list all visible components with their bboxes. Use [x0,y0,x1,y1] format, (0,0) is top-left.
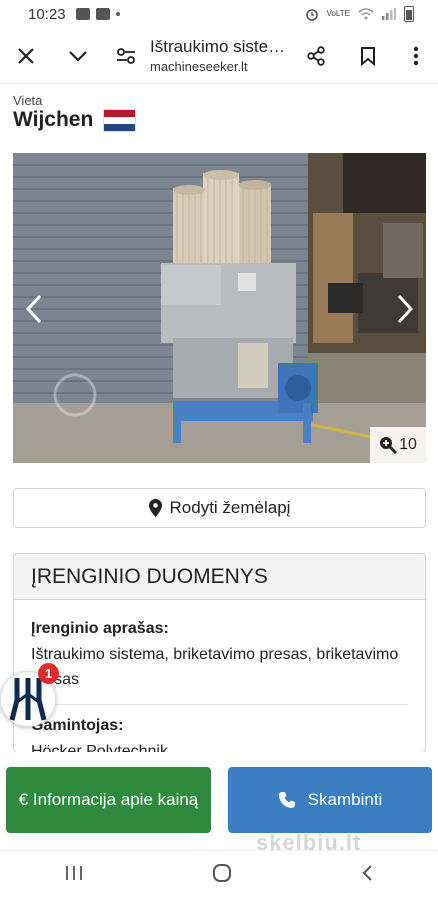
bookmark-button[interactable] [342,28,394,84]
photo-count: 10 [399,436,417,453]
page-settings-icon [117,47,135,64]
volte-label: VoLTE [326,9,350,18]
notification-icons [75,8,120,20]
description-value: Ištraukimo sistema, briketavimo presas, … [31,646,399,688]
bookmark-icon [361,46,375,66]
city-name: Wijchen [13,108,94,131]
status-bar: 10:23 VoLTE [0,0,438,28]
brand-logo-icon [9,678,47,721]
manufacturer-value: Höcker Polytechnik [31,743,168,753]
description-label: Įrenginio aprašas: [31,620,169,637]
machine-photo[interactable]: 10 [13,153,426,463]
phone-icon [278,792,295,808]
system-navigation-bar [0,850,438,900]
call-label: Skambinti [307,790,383,809]
action-bar: € Informacija apie kainą Skambinti skelb… [0,752,438,855]
status-time: 10:23 [28,5,66,23]
share-icon [307,45,325,66]
signal-icon [382,8,396,20]
browser-toolbar: Ištraukimo siste… machineseeker.lt [0,28,438,84]
notification-badge: 1 [38,663,59,684]
location-label: Vieta [13,93,43,108]
machine-photo-image [13,153,426,463]
photo-count-button[interactable]: 10 [370,427,426,463]
show-map-label: Rodyti žemėlapį [169,498,291,517]
wifi-icon [358,8,374,20]
home-button[interactable] [212,863,232,888]
manufacturer-label: Gamintojas: [31,717,124,734]
previous-photo-button[interactable] [19,289,49,329]
chevron-left-icon [26,294,42,324]
recent-apps-button[interactable] [65,865,83,886]
equipment-details-card: ĮRENGINIO DUOMENYS Įrenginio aprašas: Iš… [13,553,426,753]
flag-stripe [104,109,136,117]
recent-apps-icon [65,866,82,880]
flag-stripe [104,116,136,124]
back-button[interactable] [361,864,373,887]
page-settings-button[interactable] [104,28,148,84]
show-map-button[interactable]: Rodyti žemėlapį [13,488,426,528]
page-title-area[interactable]: Ištraukimo siste… machineseeker.lt [150,37,290,74]
zoom-in-icon [380,437,398,454]
price-info-label: € Informacija apie kainą [18,790,199,809]
details-header: ĮRENGINIO DUOMENYS [14,554,425,600]
image-notification-icon [75,8,90,20]
page-url: machineseeker.lt [150,59,248,74]
more-vert-icon [413,46,419,65]
field-divider [31,704,408,705]
alarm-icon [305,9,318,21]
close-icon [18,47,34,64]
flag-stripe [104,123,136,131]
system-icons: VoLTE [305,6,414,22]
netherlands-flag-icon [103,108,137,132]
call-button[interactable]: Skambinti [228,767,432,833]
home-icon [212,864,231,882]
chevron-right-icon [397,294,413,324]
folder-notification-icon [95,8,110,20]
back-icon [362,865,373,881]
collapse-button[interactable] [52,28,104,84]
close-button[interactable] [0,28,52,84]
battery-icon [404,6,414,22]
more-notifications-icon [115,12,120,16]
share-button[interactable] [290,28,342,84]
more-button[interactable] [394,28,438,84]
price-info-button[interactable]: € Informacija apie kainą [6,767,211,833]
next-photo-button[interactable] [390,289,420,329]
page-title: Ištraukimo siste… [150,37,286,56]
location-row: Wijchen [13,108,137,132]
map-pin-icon [148,499,162,517]
chevron-down-icon [69,50,87,62]
